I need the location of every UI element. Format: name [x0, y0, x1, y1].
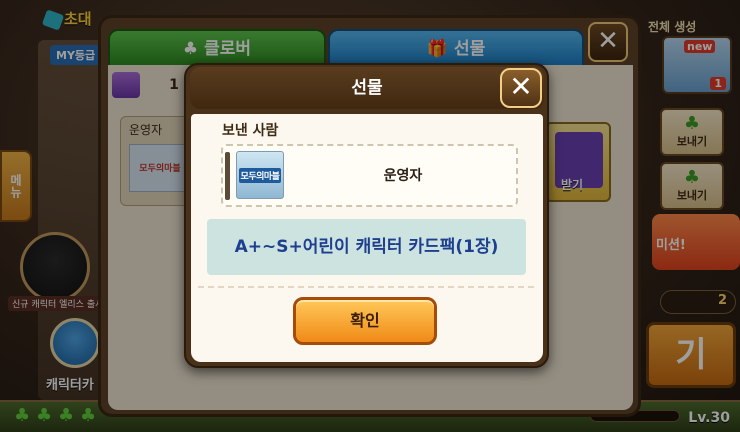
gift-item-name: A+~S+어린이 캐릭터 카드팩(1장) — [207, 219, 526, 275]
sender-name: 운영자 — [383, 168, 423, 184]
game-logo: 모두의마블 — [238, 167, 282, 183]
confirm-button[interactable]: 확인 — [293, 297, 437, 345]
sender-label: 보낸 사람 — [222, 123, 279, 139]
close-icon: ✕ — [509, 70, 533, 103]
modal-title: 선물 — [351, 78, 383, 98]
confirm-button-label: 확인 — [350, 311, 380, 330]
sender-avatar: 모두의마블 — [236, 151, 284, 199]
modal-close-button[interactable]: ✕ — [500, 68, 542, 108]
divider — [198, 286, 534, 288]
sender-box-accent — [225, 152, 230, 200]
